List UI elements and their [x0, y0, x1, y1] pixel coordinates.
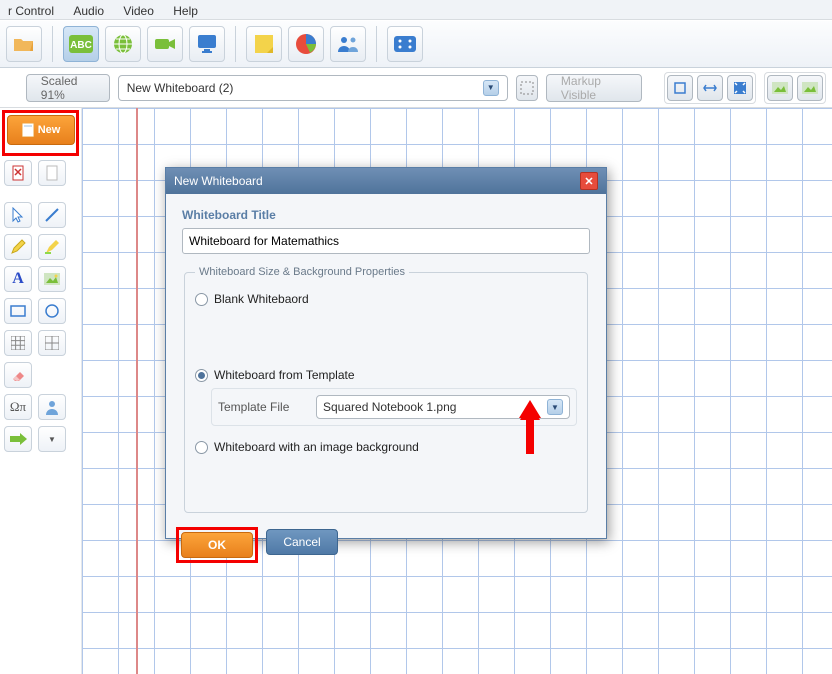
- film-icon[interactable]: [387, 26, 423, 62]
- board-name-text: New Whiteboard (2): [127, 81, 234, 95]
- work-row: Scaled 91% New Whiteboard (2) ▼ Markup V…: [0, 68, 832, 108]
- monitor-icon[interactable]: [189, 26, 225, 62]
- page-blank-icon[interactable]: [38, 160, 66, 186]
- radio-blank[interactable]: Blank Whitebaord: [195, 292, 577, 306]
- globe-icon[interactable]: [105, 26, 141, 62]
- line-icon[interactable]: [38, 202, 66, 228]
- template-file-label: Template File: [218, 400, 308, 414]
- highlighter-icon[interactable]: [38, 234, 66, 260]
- arrow-right-icon[interactable]: [4, 426, 32, 452]
- image-group: [764, 72, 826, 104]
- background-fieldset: Whiteboard Size & Background Properties …: [184, 266, 588, 513]
- annotation-arrow-icon: [515, 398, 545, 458]
- radio-icon: [195, 293, 208, 306]
- image-insert-icon[interactable]: [38, 266, 66, 292]
- margin-line: [136, 108, 138, 674]
- sticky-note-icon[interactable]: [246, 26, 282, 62]
- chevron-down-icon[interactable]: ▼: [547, 399, 563, 415]
- table-icon[interactable]: [38, 330, 66, 356]
- pencil-icon[interactable]: [4, 234, 32, 260]
- board-name-combo[interactable]: New Whiteboard (2) ▼: [118, 75, 508, 101]
- grid-icon[interactable]: [4, 330, 32, 356]
- svg-text:ABC: ABC: [70, 40, 92, 51]
- scale-button[interactable]: Scaled 91%: [26, 74, 110, 102]
- menubar: r Control Audio Video Help: [0, 0, 832, 20]
- template-file-value: Squared Notebook 1.png: [323, 400, 456, 414]
- new-whiteboard-dialog: New Whiteboard ✕ Whiteboard Title Whiteb…: [165, 167, 607, 539]
- fit-width-icon[interactable]: [697, 75, 723, 101]
- new-whiteboard-button[interactable]: New: [7, 115, 75, 145]
- page-icon: [22, 123, 34, 137]
- border-toggle-icon[interactable]: [516, 75, 538, 101]
- picture-prev-icon[interactable]: [767, 75, 793, 101]
- text-icon[interactable]: A: [4, 266, 32, 292]
- cancel-button[interactable]: Cancel: [266, 529, 338, 555]
- dialog-footer: OK Cancel: [166, 521, 606, 573]
- toolbar-main: ABC: [0, 20, 832, 68]
- page-delete-icon[interactable]: [4, 160, 32, 186]
- menu-audio[interactable]: Audio: [65, 2, 112, 20]
- fit-original-icon[interactable]: [667, 75, 693, 101]
- pointer-icon[interactable]: [4, 202, 32, 228]
- fit-group: [664, 72, 756, 104]
- ok-button[interactable]: OK: [181, 532, 253, 558]
- new-button-label: New: [38, 124, 61, 136]
- omega-icon[interactable]: Ωπ: [4, 394, 32, 420]
- radio-template-label: Whiteboard from Template: [214, 368, 355, 382]
- whiteboard-title-input[interactable]: [182, 228, 590, 254]
- radio-icon: [195, 369, 208, 382]
- radio-template[interactable]: Whiteboard from Template: [195, 368, 577, 382]
- pie-chart-icon[interactable]: [288, 26, 324, 62]
- picture-next-icon[interactable]: [797, 75, 823, 101]
- close-icon[interactable]: ✕: [580, 172, 598, 190]
- menu-help[interactable]: Help: [165, 2, 206, 20]
- dropdown-icon[interactable]: ▼: [38, 426, 66, 452]
- whiteboard-title-label: Whiteboard Title: [182, 208, 590, 222]
- circle-icon[interactable]: [38, 298, 66, 324]
- folder-open-icon[interactable]: [6, 26, 42, 62]
- person-icon[interactable]: [38, 394, 66, 420]
- camera-icon[interactable]: [147, 26, 183, 62]
- fit-page-icon[interactable]: [727, 75, 753, 101]
- rect-icon[interactable]: [4, 298, 32, 324]
- radio-icon: [195, 441, 208, 454]
- menu-control[interactable]: r Control: [0, 2, 62, 20]
- fieldset-legend: Whiteboard Size & Background Properties: [195, 266, 409, 278]
- radio-image-label: Whiteboard with an image background: [214, 440, 419, 454]
- people-icon[interactable]: [330, 26, 366, 62]
- dialog-body: Whiteboard Title Whiteboard Size & Backg…: [166, 194, 606, 521]
- radio-blank-label: Blank Whitebaord: [214, 292, 309, 306]
- side-panel: New A Ωπ ▼: [0, 108, 82, 674]
- markup-visible-button[interactable]: Markup Visible: [546, 74, 642, 102]
- menu-video[interactable]: Video: [115, 2, 161, 20]
- chevron-down-icon: ▼: [483, 80, 499, 96]
- tool-grid: A Ωπ ▼: [4, 160, 77, 452]
- dialog-titlebar[interactable]: New Whiteboard ✕: [166, 168, 606, 194]
- eraser-icon[interactable]: [4, 362, 32, 388]
- dialog-title-text: New Whiteboard: [174, 174, 263, 188]
- abc-icon[interactable]: ABC: [63, 26, 99, 62]
